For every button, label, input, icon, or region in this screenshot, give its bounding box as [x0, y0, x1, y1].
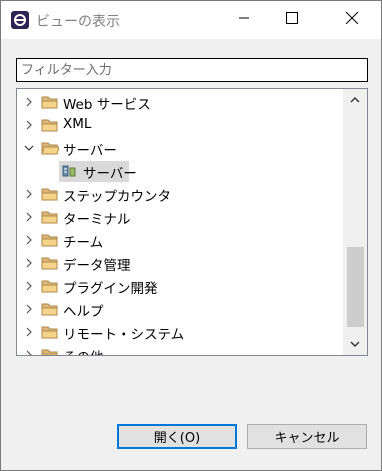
tree-item-label: ステップカウンタ [63, 189, 171, 205]
tree-item-label: リモート・システム [63, 327, 185, 343]
chevron-right-icon[interactable] [24, 212, 34, 222]
view-tree: Web サービス XML サーバー サーバー ステップカウンタ ターミナル チー… [16, 88, 368, 356]
tree-item-label: プラグイン開発 [63, 281, 158, 297]
folder-icon [41, 348, 59, 355]
chevron-down-icon [350, 337, 360, 352]
chevron-right-icon[interactable] [24, 189, 34, 199]
tree-item-label: データ管理 [63, 258, 131, 274]
show-view-dialog: ビューの表示 フィルター入力 Web サービス XML サーバー サーバー ステ… [0, 0, 382, 471]
folder-icon [41, 210, 59, 224]
filter-input[interactable] [16, 58, 368, 82]
chevron-right-icon[interactable] [24, 235, 34, 245]
tree-item-label: ターミナル [63, 212, 131, 228]
window-title: ビューの表示 [36, 14, 120, 30]
scroll-down-button[interactable] [343, 333, 367, 355]
tree-item-plugin-development[interactable]: プラグイン開発 [17, 275, 343, 298]
tree-item-label: サーバー [63, 143, 117, 159]
tree-item-other[interactable]: その他 [17, 344, 343, 355]
maximize-button[interactable] [269, 1, 315, 39]
tree-item-remote-systems[interactable]: リモート・システム [17, 321, 343, 344]
tree-item-server-view[interactable]: サーバー [17, 160, 343, 183]
minimize-button[interactable] [221, 1, 267, 39]
chevron-right-icon[interactable] [24, 281, 34, 291]
chevron-right-icon[interactable] [24, 350, 34, 355]
chevron-right-icon[interactable] [24, 120, 34, 130]
tree-item-step-counter[interactable]: ステップカウンタ [17, 183, 343, 206]
close-icon [345, 11, 359, 28]
folder-icon [41, 118, 59, 132]
folder-open-icon [41, 141, 60, 155]
chevron-right-icon[interactable] [24, 304, 34, 314]
open-button[interactable]: 開く(O) [117, 424, 237, 449]
tree-item-label: その他 [63, 346, 104, 355]
chevron-right-icon[interactable] [24, 258, 34, 268]
minimize-icon [238, 12, 250, 28]
folder-icon [41, 187, 59, 201]
cancel-button[interactable]: キャンセル [247, 424, 367, 449]
chevron-right-icon[interactable] [24, 97, 34, 107]
eclipse-app-icon [10, 10, 30, 30]
tree-item-label: XML [63, 116, 92, 132]
folder-icon [41, 256, 59, 270]
tree-item-help[interactable]: ヘルプ [17, 298, 343, 321]
tree-item-label: Web サービス [63, 97, 151, 113]
vertical-scrollbar[interactable] [343, 89, 367, 355]
tree-item-xml[interactable]: XML [17, 114, 343, 137]
chevron-up-icon [350, 93, 360, 108]
tree-item-label: ヘルプ [63, 304, 104, 320]
folder-icon [41, 95, 59, 109]
close-button[interactable] [329, 1, 375, 39]
tree-item-web-services[interactable]: Web サービス [17, 91, 343, 114]
chevron-down-icon[interactable] [24, 143, 34, 153]
tree-item-data-management[interactable]: データ管理 [17, 252, 343, 275]
folder-icon [41, 325, 59, 339]
folder-icon [41, 233, 59, 247]
folder-icon [41, 302, 59, 316]
server-view-icon [61, 164, 79, 178]
scroll-up-button[interactable] [343, 89, 367, 111]
title-bar[interactable]: ビューの表示 [1, 1, 381, 39]
tree-item-label: サーバー [83, 166, 137, 182]
tree-item-server-category[interactable]: サーバー [17, 137, 343, 160]
tree-item-team[interactable]: チーム [17, 229, 343, 252]
scroll-thumb[interactable] [347, 247, 364, 327]
folder-icon [41, 279, 59, 293]
maximize-icon [286, 12, 298, 28]
chevron-right-icon[interactable] [24, 327, 34, 337]
tree-item-label: チーム [63, 235, 104, 251]
tree-item-terminal[interactable]: ターミナル [17, 206, 343, 229]
